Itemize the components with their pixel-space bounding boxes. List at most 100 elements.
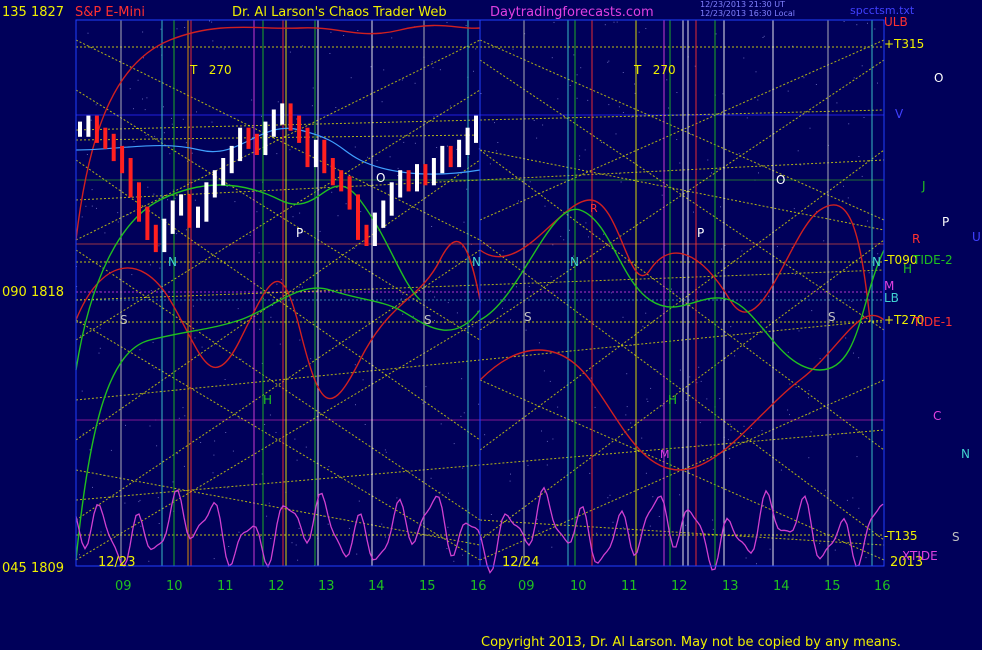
star — [645, 312, 647, 314]
star — [707, 159, 709, 161]
price-bar — [246, 127, 251, 149]
price-bar — [221, 158, 226, 186]
star — [557, 98, 559, 100]
star — [685, 524, 687, 526]
star — [238, 531, 240, 533]
price-bar — [212, 170, 217, 198]
star — [488, 245, 489, 247]
star — [182, 407, 184, 409]
star — [176, 28, 178, 30]
star — [874, 28, 876, 30]
star — [509, 480, 511, 482]
star — [289, 149, 291, 151]
star — [641, 437, 643, 439]
star — [158, 523, 160, 524]
label-ulb: ULB — [884, 15, 908, 29]
star — [601, 142, 603, 143]
star — [630, 422, 632, 424]
star — [447, 526, 449, 528]
star — [276, 153, 278, 155]
price-bar — [330, 158, 335, 186]
star — [761, 430, 763, 432]
star — [763, 35, 765, 37]
star — [446, 145, 448, 147]
star — [587, 99, 589, 101]
star — [150, 290, 152, 292]
x-tick: 13 — [722, 579, 739, 594]
star — [769, 548, 771, 550]
star — [412, 315, 414, 317]
star — [360, 211, 362, 213]
chart-canvas: 135 1827 S&P E-Mini Dr. Al Larson's Chao… — [2, 0, 981, 650]
star — [668, 107, 670, 109]
star — [758, 172, 759, 174]
star — [724, 245, 726, 246]
star — [473, 70, 474, 72]
fan-line — [75, 134, 481, 141]
star — [384, 536, 386, 538]
star — [502, 307, 503, 309]
site-url[interactable]: Daytradingforecasts.com — [490, 5, 654, 20]
star — [518, 200, 519, 202]
star — [700, 380, 702, 382]
star — [819, 542, 821, 544]
star — [510, 319, 511, 321]
date-label-1224: 12/24 — [502, 555, 539, 570]
star — [226, 186, 228, 187]
star — [795, 386, 797, 388]
star — [768, 295, 770, 297]
x-tick: 16 — [470, 579, 487, 594]
star — [99, 347, 101, 349]
label-t135: -T135 — [884, 529, 917, 543]
star — [780, 469, 782, 471]
star — [589, 472, 591, 474]
star — [433, 116, 435, 118]
star — [551, 57, 553, 59]
star — [447, 302, 449, 304]
star — [489, 163, 491, 165]
star — [626, 406, 628, 408]
star — [434, 296, 436, 298]
star — [397, 167, 399, 169]
star — [184, 27, 186, 28]
star — [693, 211, 694, 213]
star — [569, 85, 571, 86]
star — [787, 409, 789, 411]
star — [652, 496, 654, 498]
price-bar — [313, 139, 318, 168]
star — [658, 516, 660, 517]
star — [80, 335, 82, 337]
star — [527, 464, 529, 466]
star — [139, 349, 141, 351]
star — [721, 248, 723, 250]
x-tick: 15 — [419, 579, 436, 594]
marker-p: P — [296, 226, 303, 240]
star — [604, 24, 606, 26]
star — [87, 32, 89, 34]
x-tick: 09 — [518, 579, 535, 594]
star — [329, 53, 331, 54]
marker-h: H — [668, 393, 677, 407]
star — [512, 48, 514, 50]
star — [432, 67, 434, 69]
star — [862, 323, 863, 324]
star — [145, 134, 147, 136]
star — [277, 101, 279, 103]
star — [689, 376, 691, 378]
star — [261, 115, 262, 117]
star — [142, 31, 144, 33]
star — [544, 205, 546, 207]
star — [343, 35, 345, 36]
star — [861, 175, 863, 177]
star — [171, 117, 172, 119]
star — [722, 93, 724, 95]
price-bar — [364, 224, 369, 246]
star — [337, 215, 339, 217]
star — [730, 429, 732, 431]
star — [834, 549, 836, 551]
star — [327, 523, 329, 525]
star — [843, 432, 845, 434]
star — [312, 87, 314, 89]
star — [172, 481, 174, 483]
star — [299, 212, 301, 214]
